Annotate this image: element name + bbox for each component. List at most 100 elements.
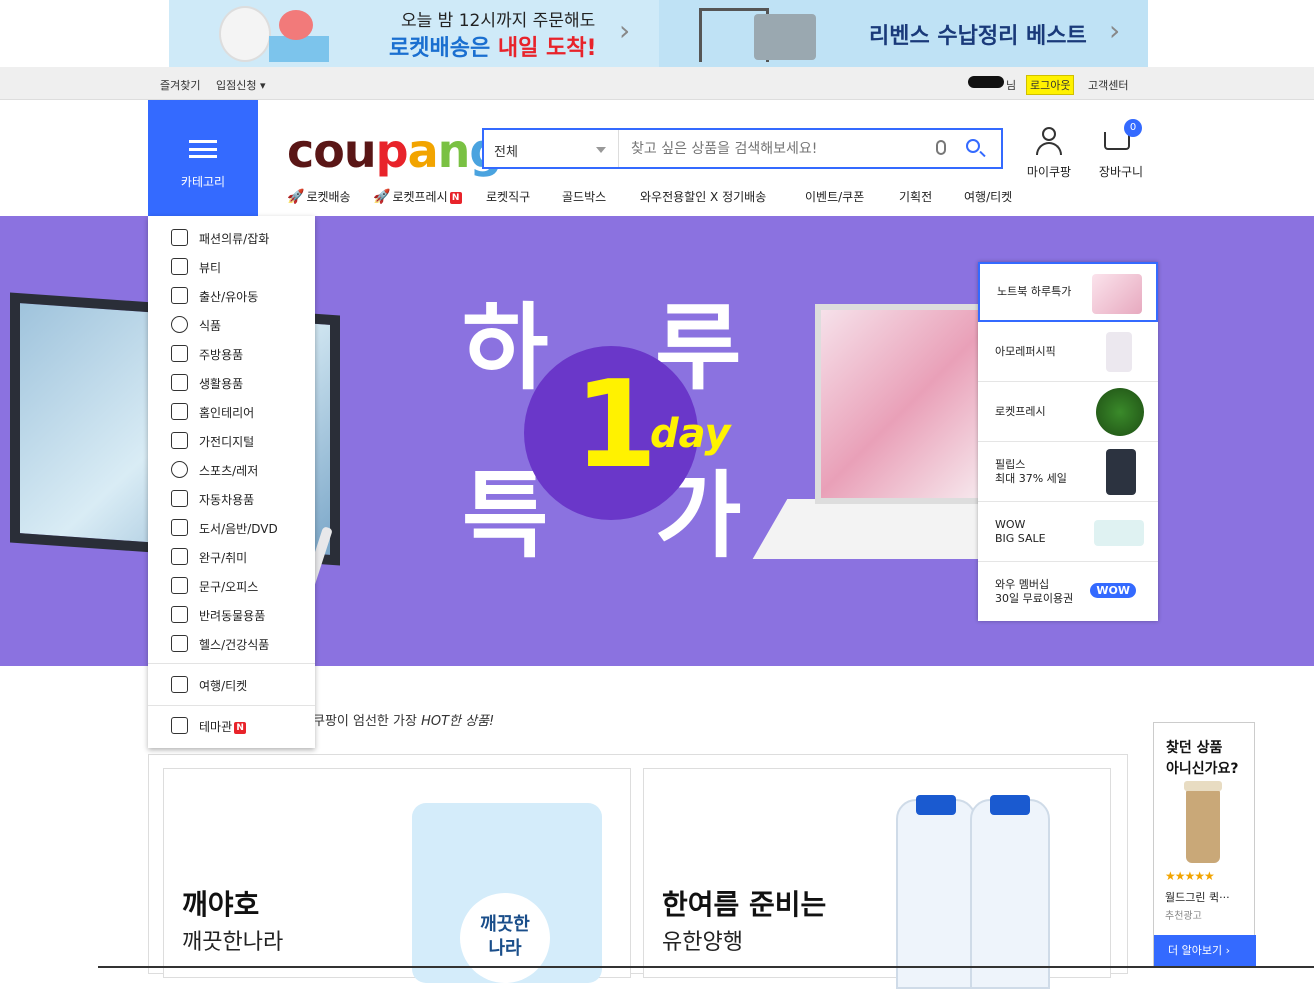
promo-card[interactable]: 깨끗한 나라 깨야호 깨끗한나라 <box>163 768 631 983</box>
category-item-car[interactable]: 자동차용품 <box>148 484 315 513</box>
side-item[interactable]: 아모레퍼시픽 <box>978 322 1158 382</box>
sofa-icon <box>171 403 188 420</box>
side-item[interactable]: 노트북 하루특가 <box>978 262 1158 322</box>
ball-icon <box>171 461 188 478</box>
shaver-thumb <box>1106 449 1136 495</box>
search-scope-select[interactable]: 전체 <box>484 130 619 167</box>
laptop-thumb <box>1092 274 1142 314</box>
product-jar-image <box>1184 781 1222 863</box>
my-coupang-label: 마이쿠팡 <box>1026 165 1072 179</box>
cart-button[interactable]: 0 장바구니 <box>1096 119 1146 182</box>
category-item-kitchen[interactable]: 주방용품 <box>148 339 315 368</box>
cosmetic-thumb <box>1106 332 1132 372</box>
category-item-toys[interactable]: 완구/취미 <box>148 542 315 571</box>
nav-travel[interactable]: 여행/티켓 <box>964 188 1012 205</box>
top-banner-ad[interactable]: 오늘 밤 12시까지 주문해도 로켓배송은 내일 도착! › 리벤스 수납정리 … <box>169 0 1148 67</box>
category-item-interior[interactable]: 홈인테리어 <box>148 397 315 426</box>
hot-products-heading: 쿠팡이 엄선한 가장 HOT한 상품! <box>313 714 495 729</box>
box-image <box>269 36 329 62</box>
tissue-product-image: 깨끗한 나라 <box>412 803 602 983</box>
nav-exhibitions[interactable]: 기획전 <box>899 188 932 205</box>
category-item-fashion[interactable]: 패션의류/잡화 <box>148 223 315 252</box>
category-item-beauty[interactable]: 뷰티 <box>148 252 315 281</box>
cosmetics-icon <box>171 258 188 275</box>
bleach-bottle-image <box>970 795 1050 989</box>
category-item-pets[interactable]: 반려동물용품 <box>148 600 315 629</box>
category-item-baby[interactable]: 출산/유아동 <box>148 281 315 310</box>
nav-rocket-global[interactable]: 로켓직구 <box>486 188 530 205</box>
category-menu: 패션의류/잡화 뷰티 출산/유아동 식품 주방용품 생활용품 홈인테리어 가전디… <box>148 216 315 748</box>
side-item[interactable]: 필립스 최대 37% 세일 <box>978 442 1158 502</box>
book-icon <box>171 519 188 536</box>
category-item-travel[interactable]: 여행/티켓 <box>148 670 315 699</box>
new-badge: N <box>449 192 462 204</box>
hero-char-1: 하 <box>462 294 549 403</box>
bleach-bottle-image <box>896 795 976 989</box>
category-button[interactable]: 카테고리 <box>148 100 258 216</box>
wow-badge: WOW <box>1090 583 1136 598</box>
top-ad-right[interactable]: 리벤스 수납정리 베스트 › <box>659 0 1148 67</box>
logout-link[interactable]: 로그아웃 <box>1026 75 1075 95</box>
card-title: 깨야호 <box>182 888 260 921</box>
side-item[interactable]: 로켓프레시 <box>978 382 1158 442</box>
learn-more-button[interactable]: 더 알아보기 › <box>1154 935 1256 967</box>
customer-center-link[interactable]: 고객센터 <box>1088 77 1128 93</box>
nav-events[interactable]: 이벤트/쿠폰 <box>805 188 864 205</box>
ad-question: 찾던 상품 아니신가요? <box>1166 740 1239 777</box>
user-suffix: 님 <box>1006 79 1017 92</box>
side-item[interactable]: WOW BIG SALE <box>978 502 1158 562</box>
top-ad-left[interactable]: 오늘 밤 12시까지 주문해도 로켓배송은 내일 도착! › <box>169 0 659 67</box>
rocket-icon: 🚀 <box>287 189 305 205</box>
wipes-thumb <box>1094 520 1144 546</box>
category-item-sports[interactable]: 스포츠/레저 <box>148 455 315 484</box>
fan-image <box>219 6 271 62</box>
divider <box>148 705 315 706</box>
divider <box>148 663 315 664</box>
ad-product-name: 월드그린 퀵··· <box>1165 891 1230 904</box>
category-item-household[interactable]: 생활용품 <box>148 368 315 397</box>
seller-apply-link[interactable]: 입점신청 ▾ <box>216 77 266 93</box>
dog-icon <box>171 606 188 623</box>
dress-icon <box>171 229 188 246</box>
category-item-food[interactable]: 식품 <box>148 310 315 339</box>
coupang-logo[interactable]: coupang <box>287 124 502 178</box>
rocket-icon: 🚀 <box>373 189 391 205</box>
peach-image <box>279 10 313 40</box>
cart-count-badge: 0 <box>1124 119 1142 137</box>
apple-icon <box>171 316 188 333</box>
hero-day: day <box>650 411 731 457</box>
category-item-digital[interactable]: 가전디지털 <box>148 426 315 455</box>
airplane-icon <box>171 676 188 693</box>
bottle-icon <box>171 374 188 391</box>
category-item-health[interactable]: 헬스/건강식품 <box>148 629 315 658</box>
nav-rocket-fresh[interactable]: 🚀 로켓프레시 N <box>373 188 462 205</box>
nav-wow-discount[interactable]: 와우전용할인 X 정기배송 <box>640 188 766 205</box>
nav-goldbox[interactable]: 골드박스 <box>562 188 606 205</box>
hero-one: 1 <box>574 356 658 495</box>
pot-icon <box>171 345 188 362</box>
chevron-right-icon[interactable]: › <box>619 14 630 47</box>
my-coupang-button[interactable]: 마이쿠팡 <box>1024 127 1074 182</box>
ad-left-line1: 오늘 밤 12시까지 주문해도 <box>401 11 596 31</box>
nav-rocket-delivery[interactable]: 🚀 로켓배송 <box>287 188 351 205</box>
search-icon[interactable] <box>966 139 980 153</box>
side-item[interactable]: 와우 멤버십 30일 무료이용권 WOW <box>978 562 1158 622</box>
promo-card[interactable]: 한여름 준비는 유한양행 <box>643 768 1111 989</box>
card-subtitle: 깨끗한나라 <box>182 930 284 955</box>
cart-label: 장바구니 <box>1098 165 1144 179</box>
category-item-books[interactable]: 도서/음반/DVD <box>148 513 315 542</box>
hero-char-3: 특 <box>462 462 549 571</box>
card-title: 한여름 준비는 <box>662 888 827 921</box>
store-icon <box>171 717 188 734</box>
bookmark-link[interactable]: 즐겨찾기 <box>160 77 200 93</box>
search-bar: 전체 <box>482 128 1003 169</box>
heart-icon <box>171 635 188 652</box>
recommended-ad[interactable]: 찾던 상품 아니신가요? ★★★★★ 월드그린 퀵··· 추천광고 더 알아보기… <box>1153 722 1256 967</box>
chevron-right-icon[interactable]: › <box>1109 14 1120 47</box>
rating-stars: ★★★★★ <box>1165 869 1215 883</box>
category-item-theme[interactable]: 테마관 N <box>148 711 315 740</box>
microphone-icon[interactable] <box>936 140 946 155</box>
hero-side-list: 노트북 하루특가 아모레퍼시픽 로켓프레시 필립스 최대 37% 세일 WOW … <box>978 262 1158 621</box>
category-item-stationery[interactable]: 문구/오피스 <box>148 571 315 600</box>
search-input[interactable] <box>619 130 919 167</box>
